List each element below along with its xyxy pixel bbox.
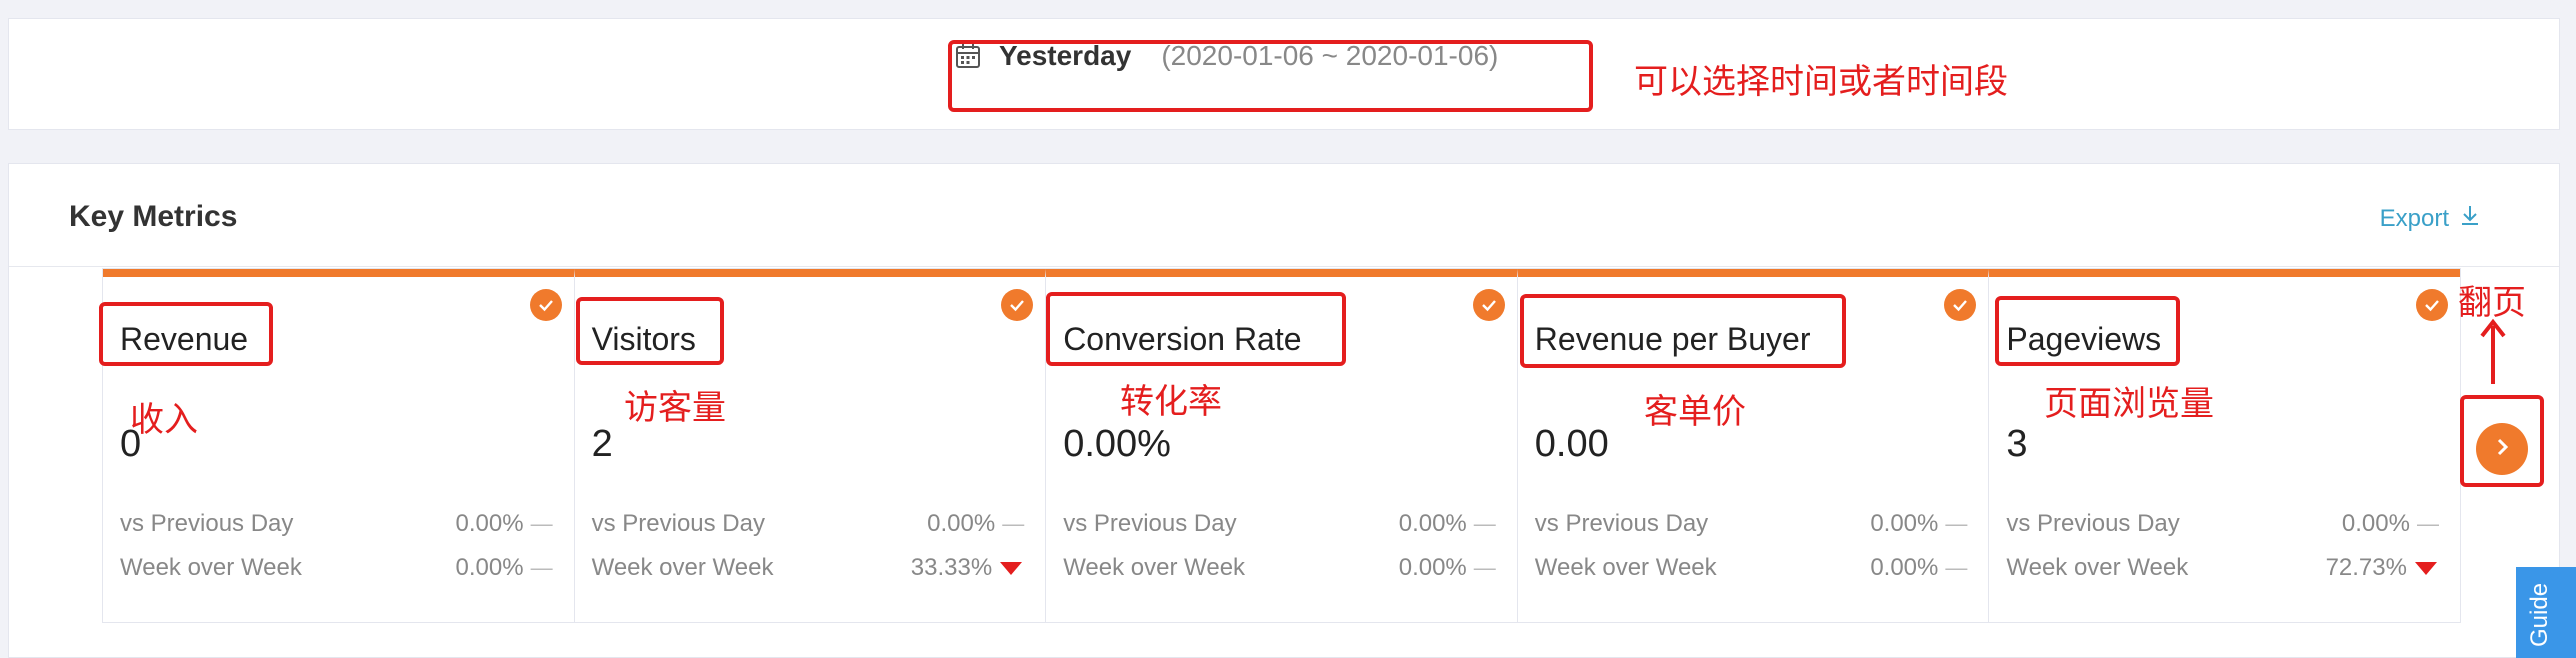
check-circle-icon[interactable] bbox=[1944, 289, 1977, 321]
trend-flat-icon: — bbox=[2416, 511, 2439, 536]
comparison-label: Week over Week bbox=[1063, 554, 1246, 581]
trend-flat-icon: — bbox=[530, 555, 553, 580]
metric-value: 2 bbox=[591, 423, 613, 465]
comparison-row: vs Previous Day 0.00% — bbox=[120, 509, 554, 539]
annotation-box-next-page bbox=[2460, 395, 2544, 487]
annotation-box-revenue bbox=[99, 302, 273, 366]
comparison-value: 33.33% bbox=[910, 554, 993, 581]
comparison-label: vs Previous Day bbox=[1063, 510, 1237, 537]
comparison-row: Week over Week 0.00% — bbox=[120, 553, 554, 583]
comparison-label: vs Previous Day bbox=[591, 510, 765, 537]
metric-value: 0.00 bbox=[1534, 423, 1609, 465]
annotation-box-pageviews bbox=[1995, 296, 2180, 366]
annotation-text-next-page: 翻页 bbox=[2458, 283, 2526, 323]
triangle-down-icon bbox=[1000, 561, 1023, 575]
comparison-label: Week over Week bbox=[120, 554, 302, 581]
panel-divider bbox=[9, 266, 2559, 267]
comparison-row: vs Previous Day 0.00% — bbox=[1063, 509, 1497, 539]
annotation-text-revenue: 收入 bbox=[130, 400, 198, 440]
triangle-down-icon bbox=[2414, 561, 2437, 575]
annotation-box-conversion bbox=[1046, 292, 1346, 366]
annotation-box-per-buyer bbox=[1520, 294, 1846, 368]
trend-flat-icon: — bbox=[1945, 511, 1968, 536]
annotation-text-visitors: 访客量 bbox=[624, 388, 726, 428]
comparison-value: 0.00% bbox=[2341, 510, 2410, 537]
check-circle-icon[interactable] bbox=[2415, 289, 2448, 321]
trend-flat-icon: — bbox=[1002, 511, 1025, 536]
annotation-text-date: 可以选择时间或者时间段 bbox=[1634, 62, 2008, 102]
trend-flat-icon: — bbox=[1473, 555, 1496, 580]
check-circle-icon[interactable] bbox=[1001, 289, 1034, 321]
download-icon bbox=[2459, 204, 2481, 233]
comparison-label: vs Previous Day bbox=[2006, 510, 2180, 537]
comparison-value: 0.00% bbox=[455, 554, 524, 581]
export-label: Export bbox=[2379, 204, 2449, 232]
annotation-text-conversion: 转化率 bbox=[1120, 382, 1222, 422]
comparison-label: Week over Week bbox=[1534, 554, 1717, 581]
comparison-row: vs Previous Day 0.00% — bbox=[2006, 509, 2440, 539]
comparison-value: 0.00% bbox=[1398, 554, 1467, 581]
comparison-value: 72.73% bbox=[2325, 554, 2407, 581]
annotation-box-visitors bbox=[576, 297, 724, 365]
export-button[interactable]: Export bbox=[2380, 204, 2481, 233]
annotation-arrow-icon bbox=[2478, 318, 2508, 386]
comparison-row: Week over Week 72.73% bbox=[2006, 553, 2440, 583]
annotation-text-per-buyer: 客单价 bbox=[1644, 392, 1746, 432]
annotation-box-date bbox=[948, 40, 1593, 112]
comparison-row: Week over Week 0.00% — bbox=[1535, 553, 1969, 583]
comparison-label: vs Previous Day bbox=[120, 510, 294, 537]
check-circle-icon[interactable] bbox=[1472, 289, 1505, 321]
comparison-label: Week over Week bbox=[2006, 554, 2189, 581]
trend-flat-icon: — bbox=[530, 511, 553, 536]
check-circle-icon[interactable] bbox=[529, 289, 562, 321]
comparison-row: vs Previous Day 0.00% — bbox=[1535, 509, 1969, 539]
metric-value: 0.00% bbox=[1063, 423, 1171, 465]
comparison-value: 0.00% bbox=[455, 510, 524, 537]
guide-tab[interactable]: Guide bbox=[2516, 567, 2576, 658]
comparison-row: vs Previous Day 0.00% — bbox=[592, 509, 1026, 539]
comparison-row: Week over Week 33.33% bbox=[592, 553, 1026, 583]
comparison-value: 0.00% bbox=[1870, 510, 1939, 537]
panel-title: Key Metrics bbox=[69, 200, 238, 233]
annotation-text-pageviews: 页面浏览量 bbox=[2044, 384, 2214, 424]
comparison-label: Week over Week bbox=[591, 554, 774, 581]
comparison-row: Week over Week 0.00% — bbox=[1063, 553, 1497, 583]
metric-value: 3 bbox=[2006, 423, 2028, 465]
comparison-value: 0.00% bbox=[927, 510, 996, 537]
comparison-label: vs Previous Day bbox=[1534, 510, 1709, 537]
comparison-value: 0.00% bbox=[1398, 510, 1467, 537]
trend-flat-icon: — bbox=[1473, 511, 1496, 536]
comparison-value: 0.00% bbox=[1870, 554, 1939, 581]
guide-label: Guide bbox=[2526, 582, 2553, 647]
trend-flat-icon: — bbox=[1945, 555, 1968, 580]
